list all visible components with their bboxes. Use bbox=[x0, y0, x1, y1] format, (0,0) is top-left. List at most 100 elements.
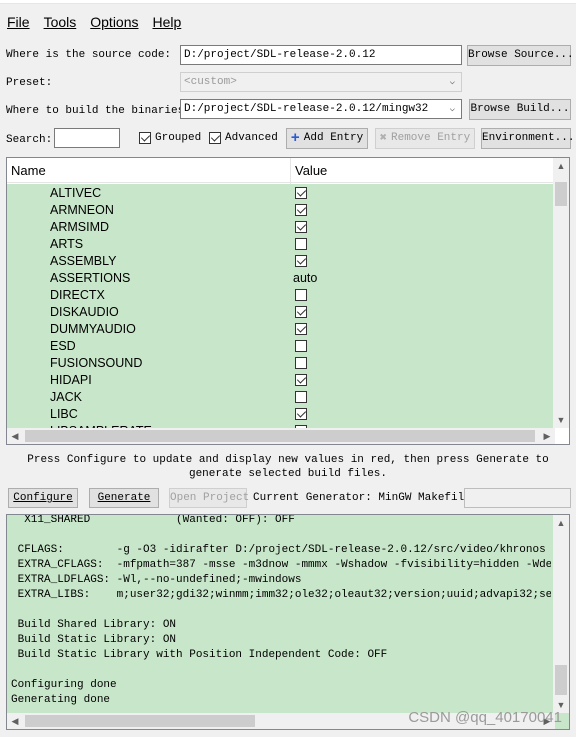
entry-checkbox[interactable] bbox=[295, 186, 307, 199]
entry-checkbox[interactable] bbox=[295, 390, 307, 403]
preset-value: <custom> bbox=[184, 76, 237, 88]
table-row[interactable]: DISKAUDIO bbox=[7, 303, 555, 320]
output-log: X11_SHARED (Wanted: OFF): OFF CFLAGS: -g… bbox=[6, 514, 570, 730]
scroll-thumb[interactable] bbox=[555, 665, 567, 695]
configure-button[interactable]: Configure bbox=[8, 488, 78, 508]
table-row[interactable]: ARMNEON bbox=[7, 201, 555, 218]
cache-table: Name Value ALTIVEC ARMNEON ARMSIMD ARTS ASSE… bbox=[6, 157, 570, 445]
log-line: Generating done bbox=[11, 694, 111, 706]
column-header-name[interactable]: Name bbox=[7, 158, 291, 182]
table-row[interactable]: HIDAPI bbox=[7, 371, 555, 388]
menu-options[interactable]: Options bbox=[83, 11, 145, 33]
watermark: CSDN @qq_40170041 bbox=[408, 709, 562, 726]
menu-help[interactable]: Help bbox=[146, 11, 189, 33]
generate-button[interactable]: Generate bbox=[89, 488, 159, 508]
build-path-value: D:/project/SDL-release-2.0.12/mingw32 bbox=[184, 103, 429, 115]
menu-tools[interactable]: Tools bbox=[37, 11, 84, 33]
entry-value[interactable] bbox=[291, 288, 307, 301]
entry-checkbox[interactable] bbox=[295, 220, 307, 233]
table-row[interactable]: ARMSIMD bbox=[7, 218, 555, 235]
table-row[interactable]: ASSERTIONS auto bbox=[7, 269, 555, 286]
menu-file[interactable]: File bbox=[0, 11, 37, 33]
table-row[interactable]: DUMMYAUDIO bbox=[7, 320, 555, 337]
grouped-checkbox[interactable]: Grouped bbox=[139, 132, 201, 144]
log-vertical-scrollbar[interactable]: ▲ ▼ bbox=[553, 515, 569, 713]
entry-checkbox[interactable] bbox=[295, 322, 307, 335]
table-row[interactable]: ASSEMBLY bbox=[7, 252, 555, 269]
entry-value[interactable] bbox=[291, 390, 307, 403]
table-body: ALTIVEC ARMNEON ARMSIMD ARTS ASSEMBLY ASSERTI… bbox=[7, 184, 555, 428]
scroll-up-icon[interactable]: ▲ bbox=[553, 515, 569, 531]
log-line: Build Static Library: ON bbox=[11, 634, 177, 646]
table-horizontal-scrollbar[interactable]: ◀ ▶ bbox=[7, 428, 555, 444]
entry-value[interactable] bbox=[291, 339, 307, 352]
entry-name: ESD bbox=[50, 338, 76, 353]
table-row[interactable]: ESD bbox=[7, 337, 555, 354]
entry-value[interactable] bbox=[291, 373, 307, 386]
entry-value[interactable] bbox=[291, 237, 307, 250]
table-header: Name Value bbox=[7, 158, 555, 183]
preset-combo: <custom> ⌵ bbox=[180, 72, 462, 92]
log-line: Configuring done bbox=[11, 679, 117, 691]
entry-name: DISKAUDIO bbox=[50, 304, 119, 319]
browse-source-button[interactable]: Browse Source... bbox=[467, 45, 574, 66]
table-row[interactable]: FUSIONSOUND bbox=[7, 354, 555, 371]
entry-name: ASSEMBLY bbox=[50, 253, 117, 268]
table-vertical-scrollbar[interactable]: ▲ ▼ bbox=[553, 158, 569, 428]
open-project-button[interactable]: Open Project bbox=[169, 488, 249, 508]
entry-value[interactable] bbox=[291, 203, 307, 216]
entry-checkbox[interactable] bbox=[295, 339, 307, 352]
entry-name: ARTS bbox=[50, 236, 84, 251]
scroll-up-icon[interactable]: ▲ bbox=[553, 158, 569, 174]
entry-checkbox[interactable] bbox=[295, 373, 307, 386]
entry-checkbox[interactable] bbox=[295, 407, 307, 420]
entry-value[interactable] bbox=[291, 407, 307, 420]
entry-value[interactable] bbox=[291, 186, 307, 199]
advanced-checkbox-box[interactable] bbox=[209, 132, 221, 144]
entry-value[interactable] bbox=[291, 220, 307, 233]
entry-checkbox[interactable] bbox=[295, 237, 307, 250]
entry-checkbox[interactable] bbox=[295, 356, 307, 369]
remove-entry-button[interactable]: ✖ Remove Entry bbox=[375, 128, 475, 149]
scroll-thumb[interactable] bbox=[25, 715, 255, 727]
entry-name: DUMMYAUDIO bbox=[50, 321, 136, 336]
scroll-right-icon[interactable]: ▶ bbox=[539, 428, 555, 444]
entry-checkbox[interactable] bbox=[295, 288, 307, 301]
advanced-label: Advanced bbox=[225, 132, 278, 144]
configure-hint: Press Configure to update and display ne… bbox=[27, 454, 549, 480]
scroll-down-icon[interactable]: ▼ bbox=[553, 412, 569, 428]
table-row[interactable]: DIRECTX bbox=[7, 286, 555, 303]
log-line: EXTRA_CFLAGS: -mfpmath=387 -msse -m3dnow… bbox=[17, 559, 551, 571]
table-row[interactable]: ARTS bbox=[7, 235, 555, 252]
entry-value[interactable] bbox=[291, 254, 307, 267]
environment-button[interactable]: Environment... bbox=[481, 128, 574, 149]
scroll-thumb[interactable] bbox=[25, 430, 535, 442]
table-row[interactable]: LIBC bbox=[7, 405, 555, 422]
scroll-left-icon[interactable]: ◀ bbox=[7, 713, 23, 729]
column-header-value[interactable]: Value bbox=[291, 158, 327, 182]
entry-checkbox[interactable] bbox=[295, 305, 307, 318]
entry-value[interactable] bbox=[291, 305, 307, 318]
grouped-checkbox-box[interactable] bbox=[139, 132, 151, 144]
entry-value[interactable] bbox=[291, 356, 307, 369]
entry-value[interactable]: auto bbox=[291, 271, 317, 285]
entry-checkbox[interactable] bbox=[295, 254, 307, 267]
table-row[interactable]: ALTIVEC bbox=[7, 184, 555, 201]
close-icon: ✖ bbox=[379, 131, 387, 145]
browse-build-button[interactable]: Browse Build... bbox=[469, 99, 571, 120]
remove-entry-label: Remove Entry bbox=[391, 132, 471, 144]
add-entry-button[interactable]: + Add Entry bbox=[286, 128, 368, 149]
table-row[interactable]: JACK bbox=[7, 388, 555, 405]
scroll-thumb[interactable] bbox=[555, 182, 567, 206]
chevron-down-icon[interactable]: ⌵ bbox=[450, 100, 455, 118]
scroll-left-icon[interactable]: ◀ bbox=[7, 428, 23, 444]
search-input[interactable] bbox=[54, 128, 120, 148]
advanced-checkbox[interactable]: Advanced bbox=[209, 132, 278, 144]
menu-bar: File Tools Options Help bbox=[0, 11, 188, 33]
entry-checkbox[interactable] bbox=[295, 203, 307, 216]
source-path-field[interactable]: D:/project/SDL-release-2.0.12 bbox=[180, 45, 462, 65]
entry-value[interactable] bbox=[291, 322, 307, 335]
build-path-combo[interactable]: D:/project/SDL-release-2.0.12/mingw32 ⌵ bbox=[180, 99, 462, 119]
